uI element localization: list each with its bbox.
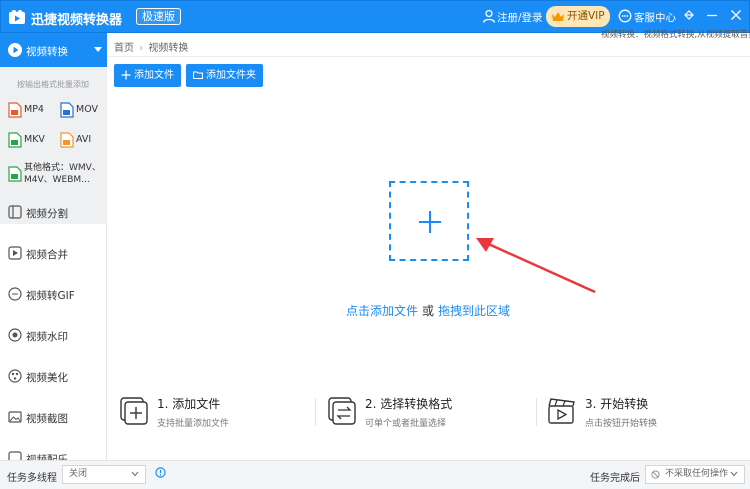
other-format-icon xyxy=(8,166,22,182)
add-folder-button[interactable]: 添加文件夹 xyxy=(186,64,263,87)
vip-button[interactable]: 开通VIP xyxy=(546,6,610,27)
edition-badge: 极速版 xyxy=(136,8,181,25)
format-label: MP4 xyxy=(24,104,44,115)
close-icon[interactable] xyxy=(728,7,744,23)
sidebar-item-watermark[interactable]: 视频水印 xyxy=(0,317,107,355)
click-add-link[interactable]: 点击添加文件 xyxy=(346,304,418,318)
other-formats-link[interactable]: 其他格式：WMV、M4V、WEBM… xyxy=(24,162,104,186)
sidebar-item-split[interactable]: 视频分割 xyxy=(0,194,107,232)
vip-label: 开通VIP xyxy=(567,10,605,22)
convert-format-icon xyxy=(328,397,356,425)
add-file-button[interactable]: 添加文件 xyxy=(114,64,181,87)
chevron-down-icon xyxy=(131,471,139,477)
app-title: 迅捷视频转换器 xyxy=(31,13,123,28)
settings-icon[interactable] xyxy=(681,7,697,23)
folder-icon xyxy=(193,71,203,80)
annotation-arrow-icon xyxy=(476,238,596,294)
sidebar-item-music[interactable]: 视频配乐 xyxy=(0,440,107,460)
batch-hint: 按输出格式批量添加 xyxy=(17,80,89,89)
user-icon[interactable] xyxy=(482,9,496,23)
breadcrumb-home[interactable]: 首页 xyxy=(114,43,134,54)
after-task-label: 任务完成后 xyxy=(590,473,640,484)
chat-icon[interactable] xyxy=(618,9,632,23)
sidebar-item-screenshot[interactable]: 视频截图 xyxy=(0,399,107,437)
sidebar-item-merge[interactable]: 视频合并 xyxy=(0,235,107,273)
merge-icon xyxy=(8,246,22,260)
sidebar-item-video-convert[interactable]: 视频转换 xyxy=(0,33,107,67)
feature-description: 视频转换：视频格式转换,从视频提取音频 xyxy=(601,30,750,40)
breadcrumb: 首页 › 视频转换 xyxy=(114,39,188,54)
add-folder-label: 添加文件夹 xyxy=(206,70,256,81)
info-icon[interactable] xyxy=(155,467,166,478)
gif-icon xyxy=(8,287,22,301)
clapper-icon xyxy=(548,398,575,424)
nav-label: 视频合并 xyxy=(26,249,68,261)
step-divider xyxy=(536,398,537,426)
mkv-file-icon xyxy=(8,132,22,148)
add-file-step-icon xyxy=(120,397,148,425)
step-description: 点击按钮开始转换 xyxy=(585,419,658,429)
plus-icon xyxy=(419,211,441,233)
drag-here-link: 拖拽到此区域 xyxy=(438,304,511,318)
step-title: 2. 选择转换格式 xyxy=(365,397,453,411)
or-text: 或 xyxy=(422,304,435,318)
after-task-value: 不采取任何操作 xyxy=(665,469,729,479)
multithread-select[interactable]: 关闭 xyxy=(62,465,146,484)
nav-label: 视频美化 xyxy=(26,372,68,384)
minimize-icon[interactable] xyxy=(704,7,720,23)
sidebar-active-label: 视频转换 xyxy=(26,46,68,58)
nav-label: 视频转GIF xyxy=(26,290,75,302)
music-icon xyxy=(8,451,22,460)
avi-file-icon xyxy=(60,132,74,148)
status-bar: 任务多线程 关闭 任务完成后 不采取任何操作 xyxy=(0,460,750,489)
caret-down-icon xyxy=(94,47,102,52)
watermark-icon xyxy=(8,328,22,342)
plus-icon xyxy=(121,70,131,80)
mov-file-icon xyxy=(60,102,74,118)
mp4-file-icon xyxy=(8,102,22,118)
step-title: 3. 开始转换 xyxy=(585,397,649,411)
after-task-select[interactable]: 不采取任何操作 xyxy=(645,465,745,484)
sidebar: 视频转换 按输出格式批量添加 MP4 MOV MKV AVI 其他格式：WMV、… xyxy=(0,33,107,460)
breadcrumb-current: 视频转换 xyxy=(148,43,189,54)
sidebar-item-beautify[interactable]: 视频美化 xyxy=(0,358,107,396)
step-title: 1. 添加文件 xyxy=(157,397,221,411)
breadcrumb-separator: › xyxy=(139,43,144,54)
step-divider xyxy=(315,398,316,426)
multithread-label: 任务多线程 xyxy=(7,473,57,484)
step-description: 可单个或者批量选择 xyxy=(365,419,447,429)
format-label: MKV xyxy=(24,134,45,145)
beautify-icon xyxy=(8,369,22,383)
app-logo-icon xyxy=(9,10,25,24)
login-link[interactable]: 注册/登录 xyxy=(497,10,543,25)
multithread-value: 关闭 xyxy=(69,469,88,479)
nav-label: 视频截图 xyxy=(26,413,68,425)
screenshot-icon xyxy=(8,411,22,423)
crown-icon xyxy=(552,12,564,21)
nav-label: 视频配乐 xyxy=(26,454,68,460)
drop-hint: 点击添加文件或拖拽到此区域 xyxy=(346,302,510,319)
ban-icon xyxy=(651,470,660,479)
nav-label: 视频水印 xyxy=(26,331,68,343)
step-description: 支持批量添加文件 xyxy=(157,419,230,429)
format-label: AVI xyxy=(76,134,92,145)
divider xyxy=(107,56,750,57)
chevron-down-icon xyxy=(730,471,738,477)
drop-zone[interactable] xyxy=(389,181,469,261)
service-center-link[interactable]: 客服中心 xyxy=(634,10,676,25)
format-label: MOV xyxy=(76,104,99,115)
nav-label: 视频分割 xyxy=(26,208,68,220)
sidebar-item-gif[interactable]: 视频转GIF xyxy=(0,276,107,314)
add-file-label: 添加文件 xyxy=(134,70,174,81)
video-convert-icon xyxy=(8,43,22,57)
split-icon xyxy=(8,205,22,219)
